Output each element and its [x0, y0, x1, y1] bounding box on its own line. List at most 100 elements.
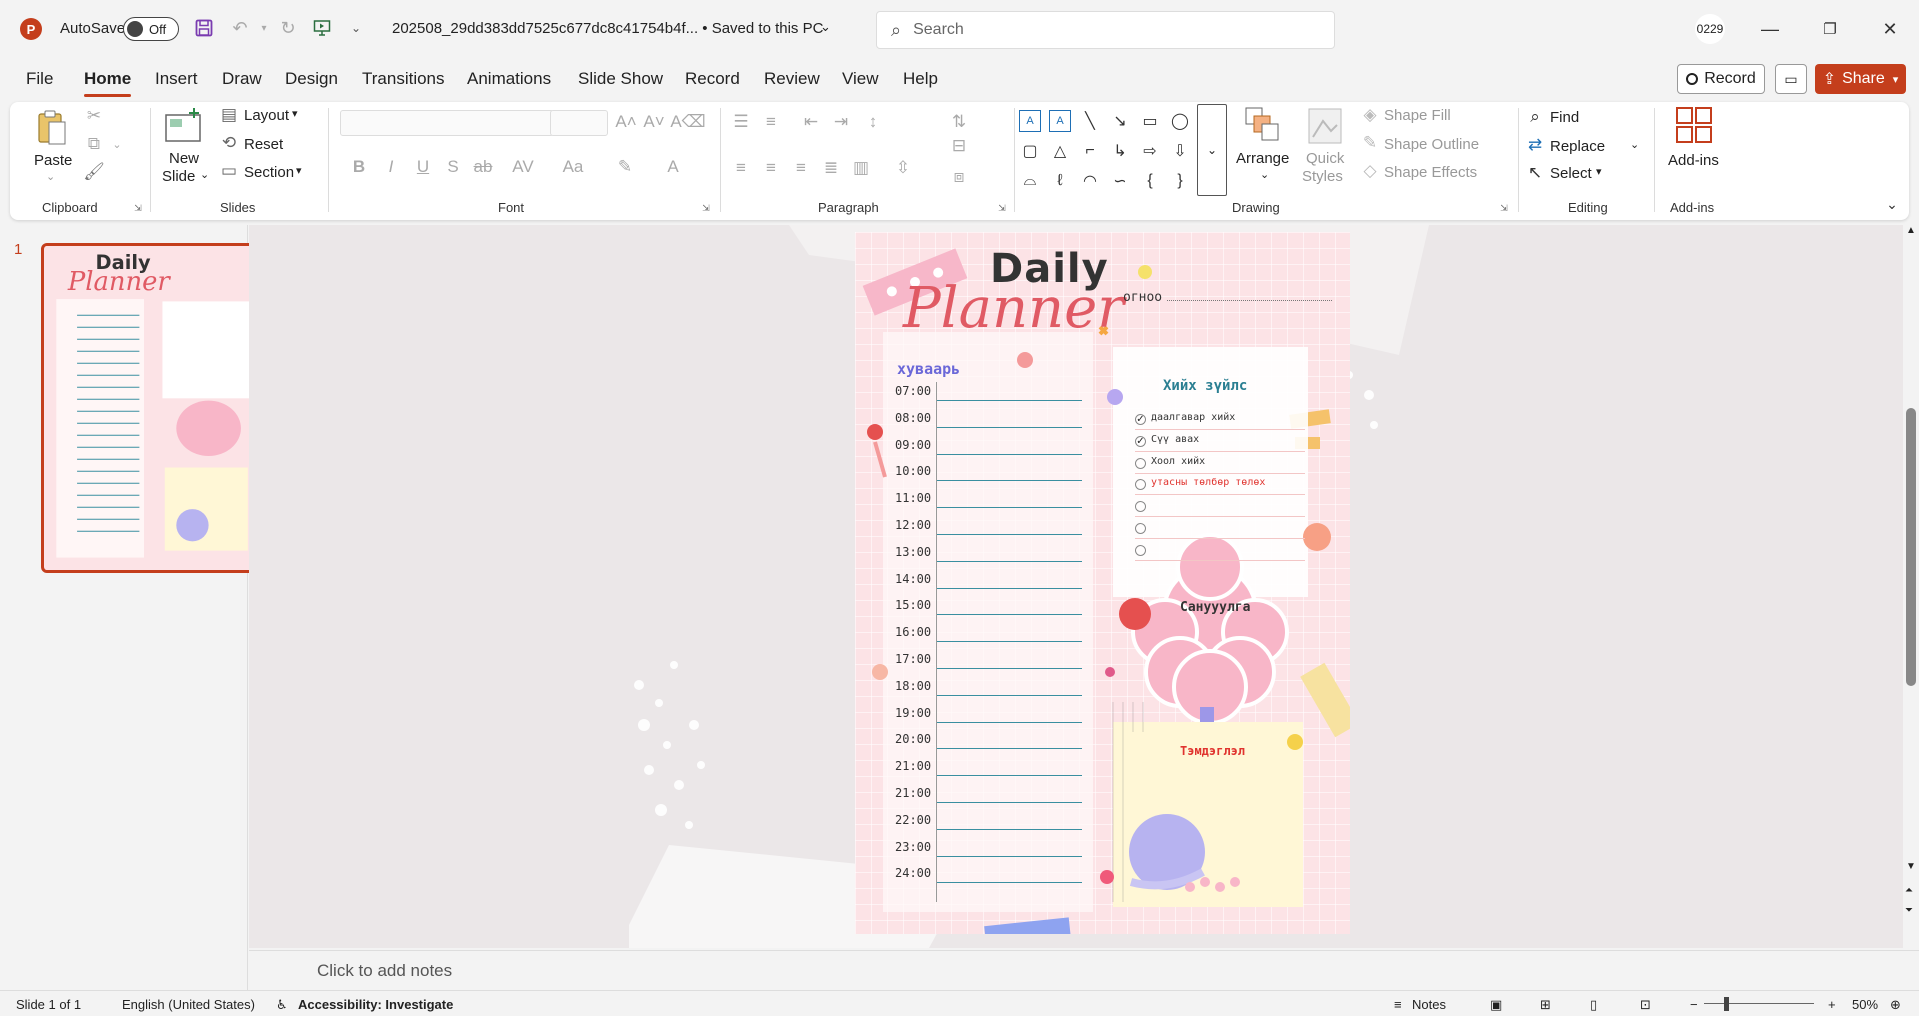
avatar[interactable]: 0229 [1695, 14, 1725, 44]
previous-slide-icon[interactable]: ⏶ [1905, 885, 1913, 896]
font-color-icon[interactable]: A [656, 156, 690, 178]
decrease-indent-icon[interactable]: ⇤ [798, 110, 824, 134]
tab-help[interactable]: Help [903, 69, 938, 89]
tab-animations[interactable]: Animations [467, 69, 551, 89]
scroll-thumb[interactable] [1906, 408, 1916, 686]
align-left-icon[interactable]: ≡ [728, 156, 754, 180]
tab-draw[interactable]: Draw [222, 69, 262, 89]
highlight-icon[interactable]: ✎ [608, 156, 642, 178]
align-right-icon[interactable]: ≡ [788, 156, 814, 180]
tab-review[interactable]: Review [764, 69, 820, 89]
left-brace-icon[interactable]: { [1139, 170, 1161, 192]
save-icon[interactable] [192, 16, 216, 40]
font-name-select[interactable] [340, 110, 554, 136]
select-icon[interactable]: ↖ [1524, 162, 1546, 184]
right-brace-icon[interactable]: } [1169, 170, 1191, 192]
right-arrow-icon[interactable]: ⇨ [1139, 140, 1161, 162]
columns-icon[interactable]: ▥ [848, 156, 874, 180]
zoom-in-icon[interactable]: + [1828, 997, 1836, 1012]
slide-thumbnail[interactable]: Daily Planner [41, 243, 277, 573]
copy-icon[interactable]: ⧉ [82, 132, 106, 156]
smartart-icon[interactable]: ⧈ [946, 166, 972, 188]
tab-insert[interactable]: Insert [155, 69, 198, 89]
accessibility-status[interactable]: Accessibility: Investigate [298, 997, 453, 1012]
notes-toggle[interactable]: Notes [1412, 997, 1446, 1012]
justify-icon[interactable]: ≣ [818, 156, 844, 180]
minimize-icon[interactable]: — [1755, 14, 1785, 44]
fit-to-window-icon[interactable]: ⊕ [1890, 997, 1901, 1013]
character-spacing-icon[interactable]: AV [506, 156, 540, 178]
scribble-icon[interactable]: ℓ [1049, 170, 1071, 192]
checked-checkbox-icon[interactable]: ✓ [1135, 414, 1146, 425]
checkbox-icon[interactable] [1135, 457, 1146, 469]
shape-outline-icon[interactable]: ✎ [1360, 132, 1380, 154]
tab-file[interactable]: File [26, 69, 53, 89]
paste-icon[interactable] [34, 108, 70, 148]
bold-icon[interactable]: B [348, 156, 370, 178]
elbow-arrow-icon[interactable]: ↳ [1109, 140, 1131, 162]
tab-transitions[interactable]: Transitions [362, 69, 445, 89]
vertical-text-box-icon[interactable]: A [1049, 110, 1071, 132]
new-slide-label[interactable]: New [169, 150, 199, 167]
shapes-gallery[interactable]: A A ╲ ↘ ▭ ◯ ▢ △ ⌐ ↳ ⇨ ⇩ ⌓ ℓ ◠ ∽ { } [1015, 106, 1195, 196]
shape-effects-icon[interactable]: ◇ [1360, 160, 1380, 182]
quick-styles-label[interactable]: Quick [1306, 150, 1344, 167]
dialog-launcher-icon[interactable]: ⇲ [132, 202, 144, 214]
chevron-down-icon[interactable]: ⌄ [1630, 138, 1639, 151]
rounded-rectangle-icon[interactable]: ▢ [1019, 140, 1041, 162]
select-button[interactable]: Select [1550, 165, 1592, 182]
curve-icon[interactable]: ∽ [1109, 170, 1131, 192]
replace-button[interactable]: Replace [1550, 138, 1605, 155]
chevron-down-icon[interactable]: ▾ [292, 107, 298, 120]
copy-dropdown-icon[interactable]: ⌄ [110, 134, 124, 154]
checkbox-icon[interactable] [1135, 544, 1146, 556]
align-text-icon[interactable]: ⇳ [890, 156, 916, 180]
triangle-icon[interactable]: △ [1049, 140, 1071, 162]
quick-styles-label-2[interactable]: Styles [1302, 168, 1343, 185]
clear-formatting-icon[interactable]: A⌫ [670, 110, 705, 134]
paste-label[interactable]: Paste [34, 152, 72, 169]
checked-checkbox-icon[interactable]: ✓ [1135, 435, 1146, 447]
chevron-down-icon[interactable]: ⌄ [820, 19, 831, 35]
zoom-slider-thumb[interactable] [1724, 997, 1729, 1011]
chevron-down-icon[interactable]: ⌄ [1260, 168, 1269, 181]
dialog-launcher-icon[interactable]: ⇲ [1498, 202, 1510, 214]
chevron-down-icon[interactable]: ⌄ [46, 170, 55, 183]
checkbox-icon[interactable] [1135, 501, 1146, 513]
document-title[interactable]: 202508_29dd383dd7525c677dc8c41754b4f... … [392, 20, 823, 37]
shape-effects-button[interactable]: Shape Effects [1384, 164, 1477, 181]
align-center-icon[interactable]: ≡ [758, 156, 784, 180]
autosave-toggle[interactable]: Off [123, 17, 179, 41]
down-arrow-icon[interactable]: ⇩ [1169, 140, 1191, 162]
quick-styles-icon[interactable] [1306, 106, 1344, 146]
slide[interactable]: Daily Planner огноо хуваарь 07:00 08:00 09… [855, 232, 1350, 934]
new-slide-icon[interactable] [164, 106, 202, 144]
text-shadow-icon[interactable]: S [442, 156, 464, 178]
scroll-down-icon[interactable]: ▼ [1906, 861, 1916, 872]
reset-button[interactable]: Reset [244, 136, 283, 153]
bullets-icon[interactable]: ☰ [728, 110, 754, 134]
arrange-label[interactable]: Arrange [1236, 150, 1289, 167]
close-icon[interactable]: ✕ [1875, 14, 1905, 44]
tab-record[interactable]: Record [685, 69, 740, 89]
new-slide-label-2[interactable]: Slide [162, 168, 195, 185]
normal-view-icon[interactable]: ▣ [1490, 997, 1502, 1013]
elbow-connector-icon[interactable]: ⌐ [1079, 140, 1101, 162]
customize-quick-access-icon[interactable]: ⌄ [344, 16, 368, 40]
reset-icon[interactable]: ⟲ [218, 132, 240, 154]
cut-icon[interactable]: ✂ [82, 104, 106, 128]
next-slide-icon[interactable]: ⏷ [1905, 905, 1913, 916]
oval-icon[interactable]: ◯ [1169, 110, 1191, 132]
reading-view-icon[interactable]: ▯ [1590, 997, 1597, 1013]
arrange-icon[interactable] [1242, 104, 1282, 144]
format-painter-icon[interactable]: 🖌 [82, 160, 106, 184]
scroll-up-icon[interactable]: ▲ [1906, 225, 1916, 236]
chevron-down-icon[interactable]: ⌄ [200, 168, 209, 181]
freeform-icon[interactable]: ⌓ [1019, 170, 1041, 192]
redo-icon[interactable]: ↻ [276, 16, 300, 40]
arc-icon[interactable]: ◠ [1079, 170, 1101, 192]
chevron-down-icon[interactable]: ▾ [296, 164, 302, 177]
line-icon[interactable]: ╲ [1079, 110, 1101, 132]
tab-design[interactable]: Design [285, 69, 338, 89]
accessibility-icon[interactable]: ♿ [276, 997, 288, 1013]
